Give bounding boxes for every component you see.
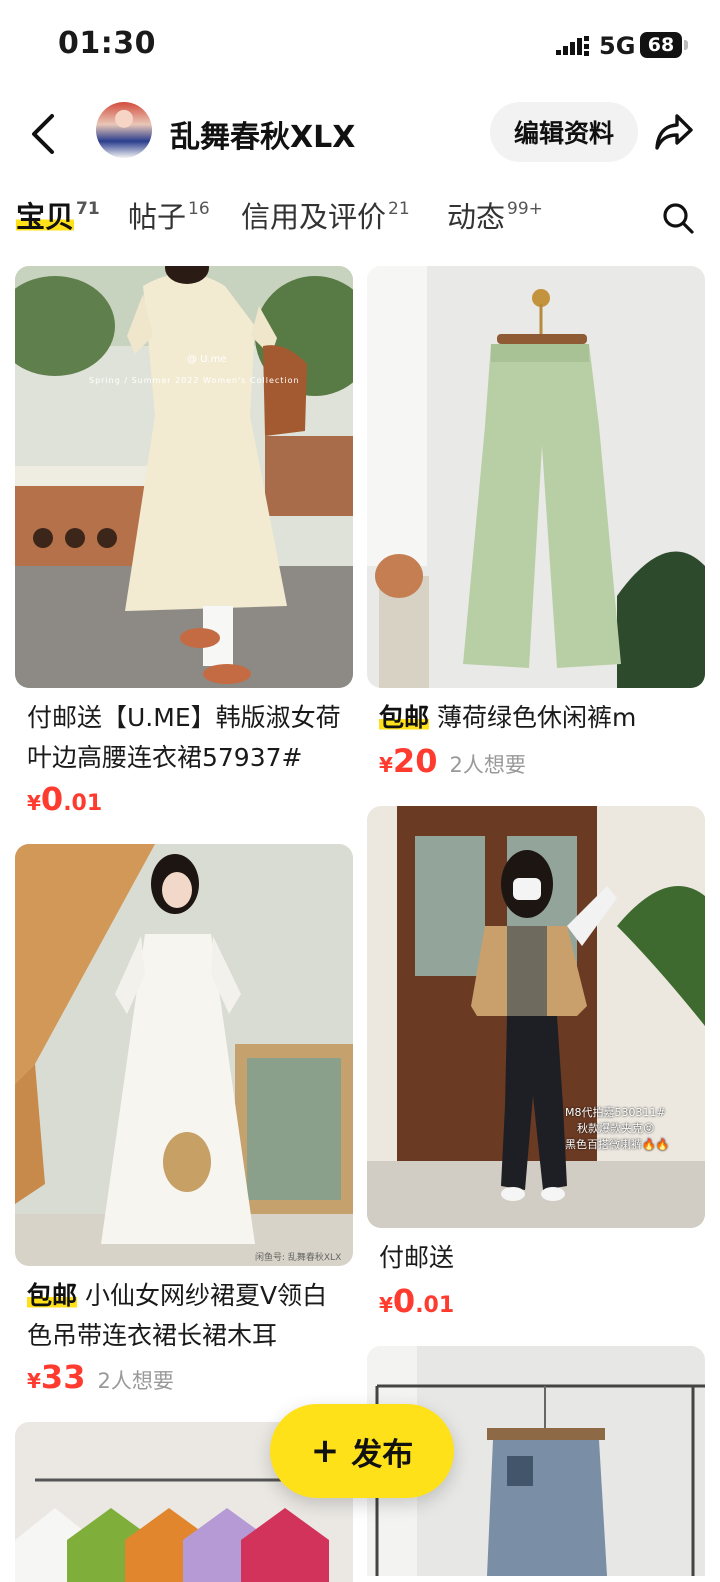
currency-symbol: ¥ — [379, 1293, 393, 1317]
profile-header: 乱舞春秋XLX 编辑资料 — [0, 96, 720, 170]
status-time: 01:30 — [58, 26, 156, 61]
product-card[interactable]: M8代拍嘉530311# 秋款爆款夹克😝 黑色百搭微喇裤🔥🔥 付邮送 ¥ 0 .… — [367, 806, 705, 1326]
price-row: ¥ 20 2人想要 — [379, 742, 526, 780]
free-shipping-badge: 包邮 — [27, 1281, 78, 1310]
image-caption-2: 秋款爆款夹克😝 — [577, 1122, 655, 1135]
tab-reviews-count: 21 — [388, 199, 410, 219]
tab-posts-count: 16 — [188, 199, 210, 219]
product-title-text: 付邮送 — [379, 1243, 455, 1272]
image-watermark-collection: Spring / Summer 2022 Women's Collection — [89, 376, 300, 385]
currency-symbol: ¥ — [379, 753, 393, 777]
image-caption-1: M8代拍嘉530311# — [565, 1106, 666, 1119]
avatar[interactable] — [96, 102, 152, 158]
edit-profile-button[interactable]: 编辑资料 — [490, 102, 638, 162]
want-count: 2人想要 — [97, 1369, 174, 1393]
product-card[interactable]: 闲鱼号: 乱舞春秋XLX 包邮 小仙女网纱裙夏V领白色吊带连衣裙长裙木耳 ¥ 33… — [15, 844, 353, 1404]
tab-reviews[interactable]: 信用及评价 21 — [241, 194, 410, 236]
currency-symbol: ¥ — [27, 1369, 41, 1393]
price-integer: 20 — [392, 742, 438, 780]
product-title-text: 薄荷绿色休闲裤m — [437, 703, 637, 732]
product-card[interactable]: @ U.me Spring / Summer 2022 Women's Coll… — [15, 266, 353, 826]
network-type: 5G — [599, 32, 636, 60]
price-row: ¥ 33 2人想要 — [27, 1358, 174, 1396]
product-title-text: 付邮送【U.ME】韩版淑女荷叶边高腰连衣裙57937# — [27, 703, 341, 772]
free-shipping-badge: 包邮 — [379, 703, 430, 732]
image-caption-3: 黑色百搭微喇裤🔥🔥 — [565, 1138, 670, 1151]
tab-activity-label: 动态 — [447, 200, 506, 234]
price-integer: 33 — [40, 1358, 86, 1396]
tab-reviews-label: 信用及评价 — [241, 200, 387, 234]
status-bar: 01:30 5G 68 — [0, 0, 720, 90]
product-title: 付邮送【U.ME】韩版淑女荷叶边高腰连衣裙57937# — [27, 698, 345, 778]
signal-icon — [556, 36, 589, 56]
plus-icon: + — [310, 1431, 340, 1471]
tab-items-label: 宝贝 — [16, 200, 75, 234]
battery-icon: 68 — [640, 32, 682, 58]
price-decimal: .01 — [63, 791, 103, 816]
image-watermark-brand: @ U.me — [187, 354, 227, 365]
want-count: 2人想要 — [449, 753, 526, 777]
product-title: 包邮 薄荷绿色休闲裤m — [379, 698, 697, 738]
price-row: ¥ 0 .01 — [27, 780, 102, 818]
price-integer: 0 — [392, 1282, 416, 1320]
image-watermark: 闲鱼号: 乱舞春秋XLX — [255, 1253, 342, 1263]
product-image[interactable]: 闲鱼号: 乱舞春秋XLX — [15, 844, 353, 1266]
product-image[interactable]: @ U.me Spring / Summer 2022 Women's Coll… — [15, 266, 353, 688]
publish-label: 发布 — [351, 1436, 414, 1473]
product-image[interactable]: M8代拍嘉530311# 秋款爆款夹克😝 黑色百搭微喇裤🔥🔥 — [367, 806, 705, 1228]
product-card[interactable]: 包邮 薄荷绿色休闲裤m ¥ 20 2人想要 — [367, 266, 705, 786]
tab-activity-count: 99+ — [507, 199, 543, 219]
share-icon[interactable] — [654, 110, 694, 154]
back-arrow-icon[interactable] — [24, 110, 64, 158]
tab-posts-label: 帖子 — [128, 200, 187, 234]
product-title: 包邮 小仙女网纱裙夏V领白色吊带连衣裙长裙木耳 — [27, 1276, 345, 1356]
tab-items-count: 71 — [76, 199, 100, 219]
product-image[interactable] — [367, 266, 705, 688]
product-title: 付邮送 — [379, 1238, 697, 1278]
tab-items[interactable]: 宝贝 71 — [16, 194, 100, 236]
price-row: ¥ 0 .01 — [379, 1282, 454, 1320]
price-decimal: .01 — [415, 1293, 455, 1318]
tab-posts[interactable]: 帖子 16 — [128, 194, 210, 236]
publish-button[interactable]: + 发布 — [270, 1404, 454, 1498]
battery-tip — [684, 40, 688, 50]
battery-level: 68 — [647, 34, 675, 56]
currency-symbol: ¥ — [27, 791, 41, 815]
profile-tabs: 宝贝 71 帖子 16 信用及评价 21 动态 99+ — [0, 186, 720, 242]
tab-activity[interactable]: 动态 99+ — [447, 194, 543, 236]
price-integer: 0 — [40, 780, 64, 818]
search-icon[interactable] — [662, 202, 694, 234]
username: 乱舞春秋XLX — [170, 120, 356, 155]
